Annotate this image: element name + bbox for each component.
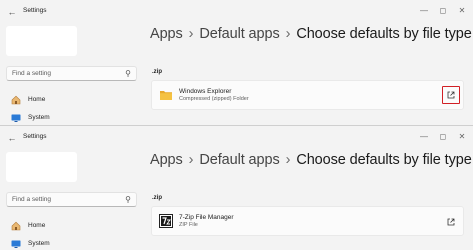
search-placeholder: Find a setting [12, 196, 52, 203]
search-icon: ⚲ [125, 69, 131, 78]
default-app-row[interactable]: 7-Zip File Manager ZIP File [151, 206, 464, 236]
search-input[interactable]: Find a setting ⚲ [6, 66, 137, 81]
back-arrow-icon[interactable]: ← [6, 6, 18, 18]
folder-icon [160, 91, 172, 100]
search-placeholder: Find a setting [12, 70, 52, 77]
sidebar-item-home[interactable]: Home [6, 93, 137, 107]
sidebar-item-system[interactable]: System [6, 237, 137, 250]
system-icon [11, 240, 21, 248]
chevron-right-icon: › [188, 152, 194, 168]
page-title: Choose defaults by file type [296, 152, 472, 168]
app-name: Windows Explorer [179, 88, 232, 95]
sidebar-item-label: Home [28, 222, 46, 229]
file-extension-label: .zip [152, 69, 162, 75]
breadcrumb: Apps › Default apps › Choose defaults by fil… [150, 152, 472, 168]
maximize-icon[interactable]: ◻ [437, 131, 449, 143]
default-app-row[interactable]: Windows Explorer Compressed (zipped) Fol… [151, 80, 464, 110]
user-profile-card[interactable] [6, 152, 77, 182]
title-bar: ← Settings — ◻ ✕ [0, 0, 473, 22]
minimize-icon[interactable]: — [418, 131, 430, 143]
open-external-button[interactable] [442, 86, 460, 104]
search-icon: ⚲ [125, 195, 131, 204]
close-icon[interactable]: ✕ [456, 5, 468, 17]
close-icon[interactable]: ✕ [456, 131, 468, 143]
sidebar-item-system[interactable]: System [6, 111, 137, 125]
system-icon [11, 114, 21, 122]
chevron-right-icon: › [285, 26, 291, 42]
window-title: Settings [23, 7, 47, 14]
open-external-icon [447, 218, 455, 226]
window-title: Settings [23, 133, 47, 140]
home-icon [11, 95, 21, 105]
file-extension-label: .zip [152, 195, 162, 201]
sidebar-item-label: Home [28, 96, 46, 103]
breadcrumb-apps[interactable]: Apps [150, 26, 183, 42]
breadcrumb-apps[interactable]: Apps [150, 152, 183, 168]
maximize-icon[interactable]: ◻ [437, 5, 449, 17]
page-title: Choose defaults by file type [296, 26, 472, 42]
app-description: ZIP File [179, 222, 198, 228]
7zip-icon [159, 214, 173, 228]
settings-window-top: ← Settings — ◻ ✕ Find a setting ⚲ Home S… [0, 0, 473, 125]
user-profile-card[interactable] [6, 26, 77, 56]
sidebar-item-label: System [28, 114, 50, 121]
settings-window-bottom: ← Settings — ◻ ✕ Find a setting ⚲ Home S… [0, 125, 473, 250]
back-arrow-icon[interactable]: ← [6, 132, 18, 144]
minimize-icon[interactable]: — [418, 5, 430, 17]
open-external-button[interactable] [444, 215, 458, 229]
sidebar-item-label: System [28, 240, 50, 247]
open-external-icon [447, 91, 455, 99]
search-input[interactable]: Find a setting ⚲ [6, 192, 137, 207]
app-name: 7-Zip File Manager [179, 214, 234, 221]
home-icon [11, 221, 21, 231]
chevron-right-icon: › [188, 26, 194, 42]
app-description: Compressed (zipped) Folder [179, 96, 249, 102]
breadcrumb-default-apps[interactable]: Default apps [199, 26, 279, 42]
title-bar: ← Settings — ◻ ✕ [0, 126, 473, 148]
breadcrumb: Apps › Default apps › Choose defaults by fil… [150, 26, 472, 42]
chevron-right-icon: › [285, 152, 291, 168]
breadcrumb-default-apps[interactable]: Default apps [199, 152, 279, 168]
sidebar-item-home[interactable]: Home [6, 219, 137, 233]
